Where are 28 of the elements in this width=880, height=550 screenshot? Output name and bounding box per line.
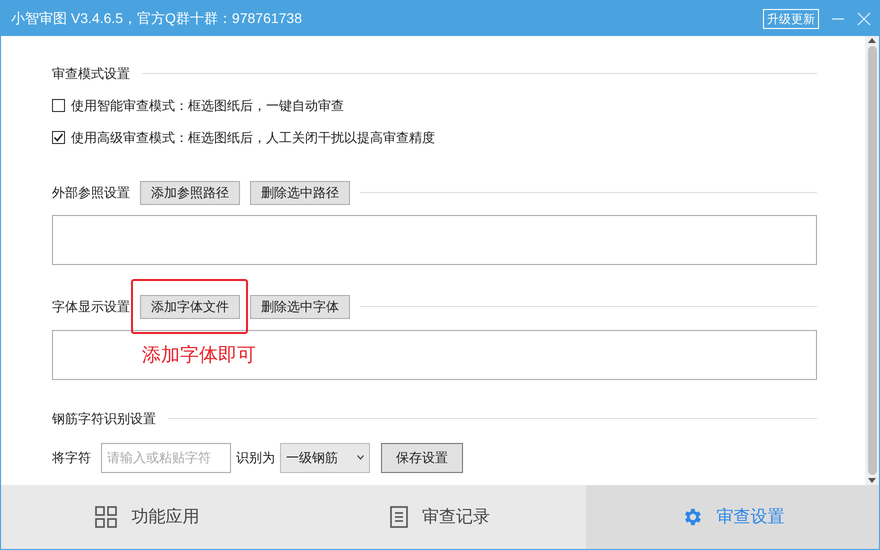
option-label: 使用智能审查模式：框选图纸后，一键自动审查 xyxy=(71,96,344,114)
section-heading: 审查模式设置 xyxy=(52,65,130,83)
scrollbar[interactable] xyxy=(865,36,879,485)
action-button[interactable]: 删除选中路径 xyxy=(250,180,350,204)
field-label: 识别为 xyxy=(236,448,275,467)
bottom-tab[interactable]: 功能应用 xyxy=(1,485,294,549)
checkbox[interactable] xyxy=(52,98,65,112)
scroll-up-icon[interactable] xyxy=(868,38,876,43)
window-title: 小智审图 V3.4.6.5，官方Q群十群：978761738 xyxy=(11,9,304,28)
caret-icon xyxy=(357,455,364,460)
char-input[interactable]: 请输入或粘贴字符 xyxy=(101,442,231,472)
section-heading: 字体显示设置 xyxy=(52,298,130,316)
grid-icon xyxy=(95,506,118,528)
section-heading: 钢筋字符识别设置 xyxy=(52,410,156,428)
action-button[interactable]: 添加参照路径 xyxy=(140,180,240,204)
checkbox[interactable] xyxy=(52,131,65,144)
section-heading: 外部参照设置 xyxy=(52,184,130,202)
field-label: 将字符 xyxy=(52,448,91,467)
document-icon xyxy=(390,506,408,528)
action-button[interactable]: 添加字体文件 xyxy=(140,294,240,319)
save-button[interactable]: 保存设置 xyxy=(381,442,463,472)
font-list[interactable]: 添加字体即可 xyxy=(52,330,817,380)
option-label: 使用高级审查模式：框选图纸后，人工关闭干扰以提高审查精度 xyxy=(71,129,435,147)
action-button[interactable]: 删除选中字体 xyxy=(250,294,350,319)
grade-dropdown[interactable]: 一级钢筋 xyxy=(280,442,370,472)
scroll-down-icon[interactable] xyxy=(868,478,876,483)
bottom-tab[interactable]: 审查记录 xyxy=(294,485,586,549)
annotation-text: 添加字体即可 xyxy=(142,345,256,366)
